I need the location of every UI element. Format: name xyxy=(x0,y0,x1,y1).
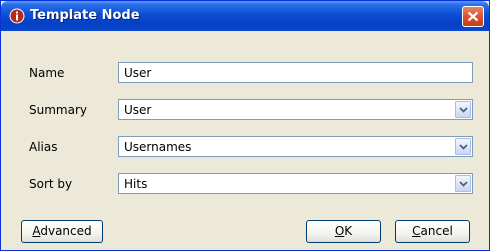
cancel-label: ancel xyxy=(420,224,453,238)
alias-dropdown-button[interactable] xyxy=(455,138,471,155)
sort-by-dropdown-value: Hits xyxy=(124,177,148,191)
ok-button[interactable]: OK xyxy=(306,220,381,243)
chevron-down-icon xyxy=(459,107,468,113)
title-bar[interactable]: Template Node xyxy=(1,1,489,31)
ok-mnemonic: O xyxy=(334,224,345,238)
sort-by-label: Sort by xyxy=(29,177,73,191)
sort-by-dropdown[interactable]: Hits xyxy=(118,173,473,194)
name-input-value: User xyxy=(124,66,152,80)
chevron-down-icon xyxy=(459,181,468,187)
info-icon xyxy=(9,8,25,24)
alias-label: Alias xyxy=(29,140,58,154)
name-label: Name xyxy=(29,66,65,80)
name-input[interactable]: User xyxy=(118,62,473,83)
summary-dropdown[interactable]: User xyxy=(118,99,473,120)
template-node-dialog: Template Node Name User Summary User Ali… xyxy=(0,0,490,251)
close-button[interactable] xyxy=(462,6,484,27)
cancel-button[interactable]: Cancel xyxy=(395,220,470,243)
ok-label: K xyxy=(344,224,353,238)
advanced-label: dvanced xyxy=(40,224,92,238)
cancel-mnemonic: C xyxy=(412,224,421,238)
chevron-down-icon xyxy=(459,144,468,150)
alias-dropdown-value: Usernames xyxy=(124,140,192,154)
summary-label: Summary xyxy=(29,103,87,117)
window-title: Template Node xyxy=(30,8,140,23)
sort-by-dropdown-button[interactable] xyxy=(455,175,471,192)
alias-dropdown[interactable]: Usernames xyxy=(118,136,473,157)
close-icon xyxy=(467,11,479,22)
advanced-button[interactable]: Advanced xyxy=(21,220,103,243)
summary-dropdown-button[interactable] xyxy=(455,101,471,118)
summary-dropdown-value: User xyxy=(124,103,152,117)
